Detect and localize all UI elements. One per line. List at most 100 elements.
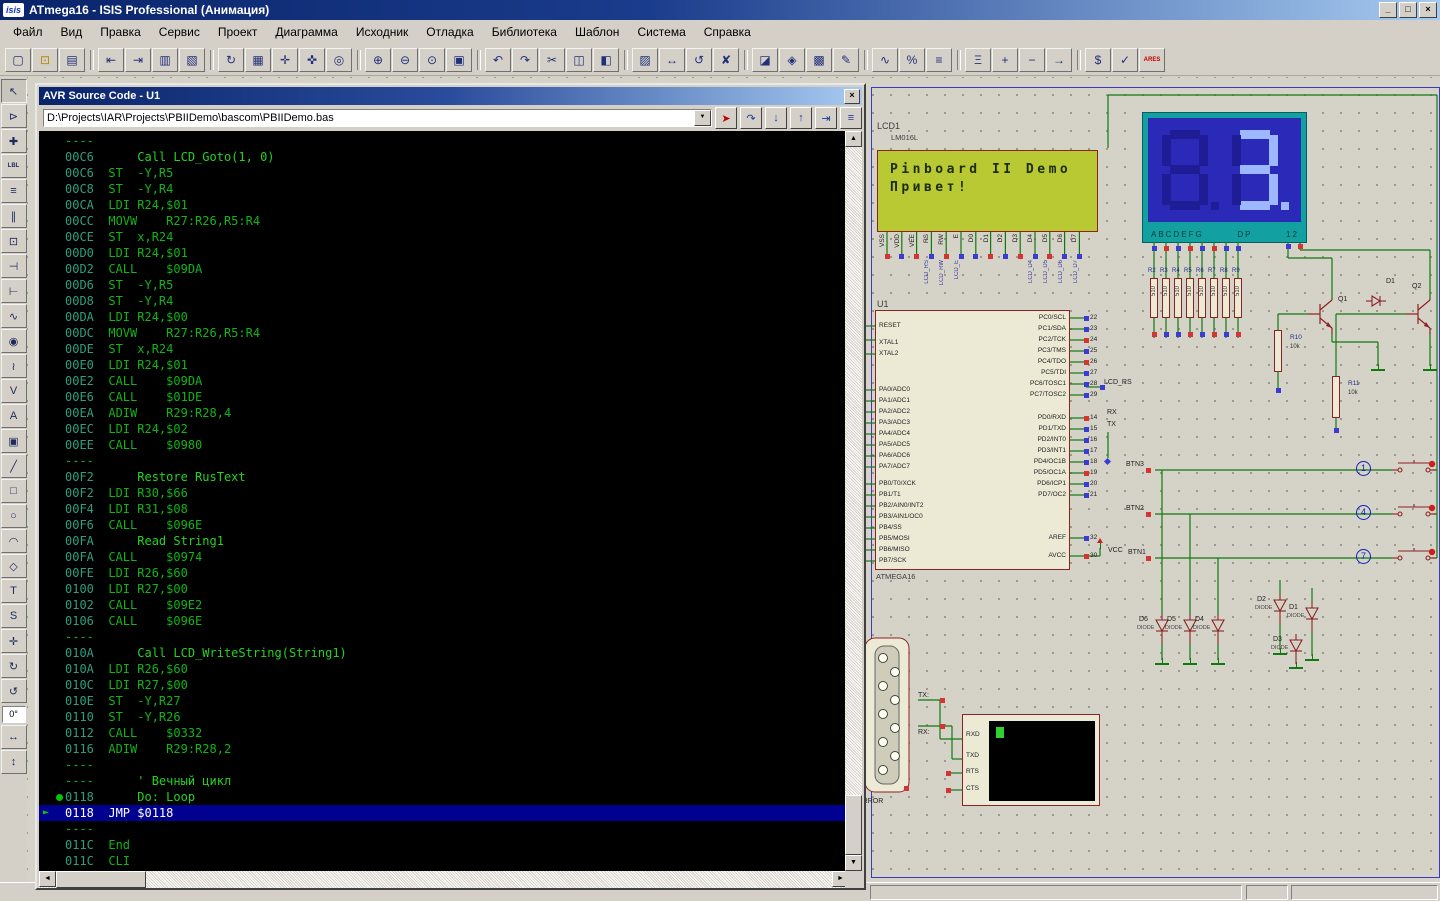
code-line-20[interactable]: ---- (39, 453, 849, 469)
code-gutter[interactable] (39, 533, 65, 549)
code-line-12[interactable]: 00DC MOVW R27:R26,R5:R4 (39, 325, 849, 341)
code-gutter[interactable] (39, 229, 65, 245)
graph-mode-button[interactable]: ∿ (1, 304, 27, 328)
code-line-39[interactable]: ---- (39, 757, 849, 773)
code-line-38[interactable]: 0116 ADIW R29:R28,2 (39, 741, 849, 757)
code-line-15[interactable]: 00E2 CALL $09DA (39, 373, 849, 389)
code-gutter[interactable] (39, 549, 65, 565)
hscroll-thumb[interactable] (56, 871, 146, 888)
code-line-34[interactable]: 010C LDI R27,$00 (39, 677, 849, 693)
component-mode-button[interactable]: ⊳ (1, 104, 27, 128)
print-design-button[interactable]: ▥ (152, 48, 178, 72)
run-to-cursor-button[interactable]: ⇥ (815, 107, 837, 129)
code-line-14[interactable]: 00E0 LDI R24,$01 (39, 357, 849, 373)
code-gutter[interactable] (39, 565, 65, 581)
code-gutter[interactable] (39, 773, 65, 789)
step-out-button[interactable]: ↑ (790, 107, 812, 129)
generator-mode-button[interactable]: ≀ (1, 354, 27, 378)
code-line-21[interactable]: 00F2 Restore RusText (39, 469, 849, 485)
code-gutter[interactable] (39, 261, 65, 277)
x-cursor-button[interactable]: ✜ (299, 48, 325, 72)
code-gutter[interactable] (39, 325, 65, 341)
code-line-40[interactable]: ---- ' Вечный цикл (39, 773, 849, 789)
resistor-r7[interactable] (1210, 278, 1218, 318)
code-horizontal-scrollbar[interactable]: ◄ ► (39, 871, 849, 888)
code-line-36[interactable]: 0110 ST -Y,R26 (39, 709, 849, 725)
path-2d-button[interactable]: ◇ (1, 554, 27, 578)
code-line-44[interactable]: 011C End (39, 837, 849, 853)
zoom-all-button[interactable]: ⊙ (419, 48, 445, 72)
virtual-instruments-mode-button[interactable]: ▣ (1, 429, 27, 453)
code-gutter[interactable] (39, 629, 65, 645)
new-design-button[interactable]: ▢ (5, 48, 31, 72)
menu-item-2[interactable]: Правка (91, 22, 150, 42)
scroll-down-icon[interactable]: ▼ (845, 855, 862, 871)
transistor-q1[interactable] (1308, 298, 1338, 334)
code-gutter[interactable] (39, 757, 65, 773)
undo-button[interactable]: ↶ (485, 48, 511, 72)
push-button-3[interactable] (1392, 548, 1436, 570)
code-vertical-scrollbar[interactable]: ▲ ▼ (845, 131, 862, 871)
bill-of-materials-button[interactable]: $ (1085, 48, 1111, 72)
false-origin-button[interactable]: ✛ (272, 48, 298, 72)
design-explorer-button[interactable]: Ξ (965, 48, 991, 72)
code-line-2[interactable]: 00C6 ST -Y,R5 (39, 165, 849, 181)
code-gutter[interactable] (39, 133, 65, 149)
combo-dropdown-icon[interactable]: ▼ (694, 110, 711, 126)
title-bar[interactable]: isis ATmega16 - ISIS Professional (Анима… (0, 0, 1440, 20)
code-line-23[interactable]: 00F4 LDI R31,$08 (39, 501, 849, 517)
paste-button[interactable]: ◧ (593, 48, 619, 72)
code-listing[interactable]: ---- 00C6 Call LCD_Goto(1, 0)00C6 ST -Y,R… (39, 131, 849, 871)
source-file-combo[interactable]: D:\Projects\IAR\Projects\PBIIDemo\bascom… (43, 109, 712, 127)
code-line-18[interactable]: 00EC LDI R24,$02 (39, 421, 849, 437)
code-line-32[interactable]: 010A Call LCD_WriteString(String1) (39, 645, 849, 661)
code-line-41[interactable]: 0118 Do: Loop (39, 789, 849, 805)
code-line-13[interactable]: 00DE ST x,R24 (39, 341, 849, 357)
code-line-45[interactable]: 011C CLI (39, 853, 849, 869)
code-line-17[interactable]: 00EA ADIW R29:R28,4 (39, 405, 849, 421)
resistor-r8[interactable] (1222, 278, 1230, 318)
code-gutter[interactable] (39, 485, 65, 501)
tape-recorder-mode-button[interactable]: ◉ (1, 329, 27, 353)
netlist-to-ares-button[interactable]: ARES (1139, 48, 1165, 72)
transistor-q2[interactable] (1406, 298, 1436, 334)
code-gutter[interactable] (39, 389, 65, 405)
code-gutter[interactable] (39, 357, 65, 373)
code-gutter[interactable] (39, 693, 65, 709)
menu-item-3[interactable]: Сервис (150, 22, 209, 42)
goto-sheet-button[interactable]: → (1046, 48, 1072, 72)
source-close-button[interactable]: × (844, 89, 860, 104)
menu-item-10[interactable]: Система (628, 22, 694, 42)
resistor-r10[interactable] (1274, 330, 1282, 372)
resistor-r9[interactable] (1234, 278, 1242, 318)
code-line-42[interactable]: ►0118 JMP $0118 (39, 805, 849, 821)
scroll-left-icon[interactable]: ◄ (39, 871, 56, 887)
code-gutter[interactable] (39, 645, 65, 661)
rotation-angle-box[interactable]: 0° (2, 706, 26, 723)
code-gutter[interactable] (39, 197, 65, 213)
code-line-29[interactable]: 0102 CALL $09E2 (39, 597, 849, 613)
current-probe-mode-button[interactable]: A (1, 404, 27, 428)
code-gutter[interactable] (39, 725, 65, 741)
marker-2d-button[interactable]: ✛ (1, 629, 27, 653)
code-line-1[interactable]: 00C6 Call LCD_Goto(1, 0) (39, 149, 849, 165)
code-line-31[interactable]: ---- (39, 629, 849, 645)
menu-item-4[interactable]: Проект (209, 22, 267, 42)
code-line-26[interactable]: 00FA CALL $0974 (39, 549, 849, 565)
terminal-mode-button[interactable]: ⊣ (1, 254, 27, 278)
code-gutter[interactable] (39, 453, 65, 469)
code-gutter[interactable] (39, 245, 65, 261)
code-gutter[interactable] (39, 165, 65, 181)
mirror-horizontal-button[interactable]: ↔ (1, 725, 27, 749)
code-line-22[interactable]: 00F2 LDI R30,$66 (39, 485, 849, 501)
cut-button[interactable]: ✂ (539, 48, 565, 72)
led-d4[interactable] (1209, 614, 1227, 644)
code-line-19[interactable]: 00EE CALL $0980 (39, 437, 849, 453)
rotate-clockwise-button[interactable]: ↻ (1, 654, 27, 678)
box-2d-button[interactable]: □ (1, 479, 27, 503)
export-section-button[interactable]: ⇥ (125, 48, 151, 72)
code-gutter[interactable] (39, 341, 65, 357)
code-gutter[interactable] (39, 741, 65, 757)
bus-mode-button[interactable]: ∥ (1, 204, 27, 228)
line-2d-button[interactable]: ╱ (1, 454, 27, 478)
